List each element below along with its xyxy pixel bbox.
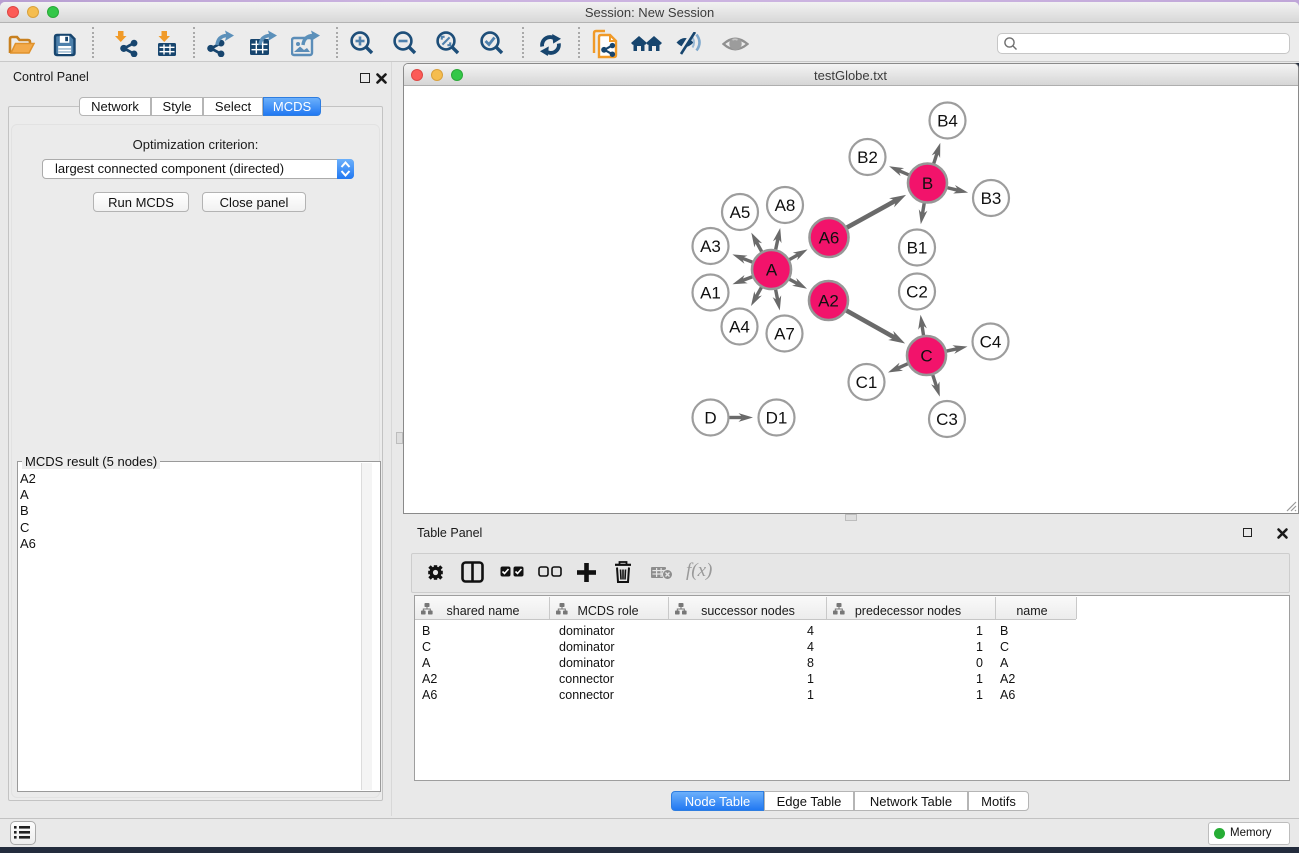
svg-text:C: C xyxy=(920,347,932,366)
svg-text:C4: C4 xyxy=(980,333,1002,352)
svg-text:A5: A5 xyxy=(730,203,751,222)
svg-text:C3: C3 xyxy=(936,410,958,429)
svg-text:B2: B2 xyxy=(857,148,878,167)
svg-text:B4: B4 xyxy=(937,112,958,131)
svg-text:A8: A8 xyxy=(775,196,796,215)
svg-text:A6: A6 xyxy=(819,229,840,248)
svg-text:C1: C1 xyxy=(856,373,878,392)
svg-text:A2: A2 xyxy=(818,292,839,311)
svg-text:A4: A4 xyxy=(729,318,750,337)
svg-text:A1: A1 xyxy=(700,284,721,303)
svg-text:D: D xyxy=(704,409,716,428)
svg-text:B3: B3 xyxy=(981,189,1002,208)
svg-text:B: B xyxy=(922,174,933,193)
svg-text:A3: A3 xyxy=(700,237,721,256)
svg-text:B1: B1 xyxy=(907,239,928,258)
svg-text:A7: A7 xyxy=(774,325,795,344)
svg-text:D1: D1 xyxy=(766,409,788,428)
svg-text:C2: C2 xyxy=(906,283,928,302)
svg-text:A: A xyxy=(766,261,778,280)
